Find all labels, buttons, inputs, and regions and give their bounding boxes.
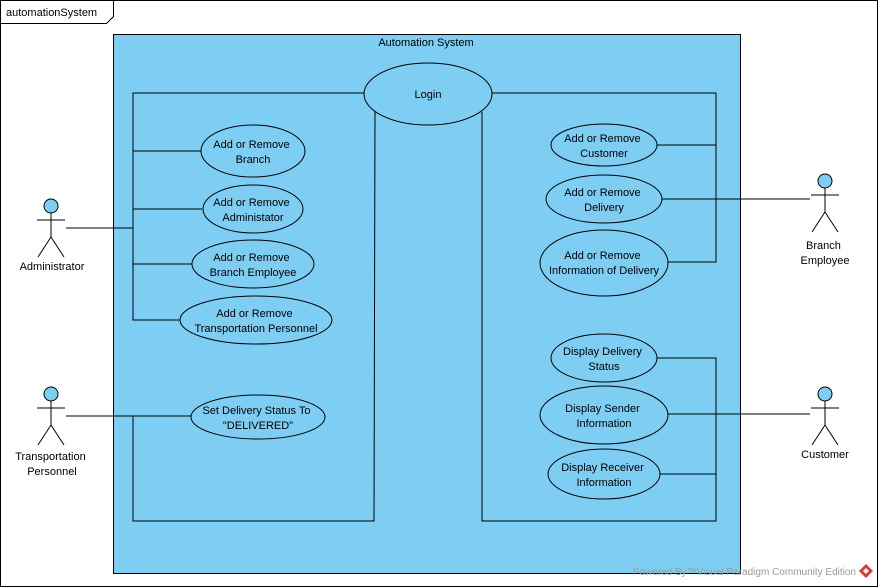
use-case-label: Add or Remove [216, 308, 292, 320]
use-case-login[interactable]: Login [363, 62, 493, 126]
use-case-set-delivery-status[interactable]: Set Delivery Status To "DELIVERED" [190, 394, 326, 440]
use-case-add-remove-customer[interactable]: Add or Remove Customer [550, 123, 658, 167]
use-case-display-receiver-information[interactable]: Display Receiver Information [547, 448, 661, 500]
use-case-label: Add or Remove [213, 139, 289, 151]
use-case-label: Delivery [584, 202, 624, 214]
actor-label: Personnel [27, 466, 77, 478]
actor-label: Branch [806, 240, 841, 252]
use-case-label: Add or Remove [564, 133, 640, 145]
use-case-label: Add or Remove [213, 197, 289, 209]
svg-text:Administrator: Administrator [20, 261, 85, 273]
svg-text:Login: Login [415, 89, 442, 101]
use-case-label: Information of Delivery [549, 265, 660, 277]
use-case-label: Customer [580, 148, 628, 160]
use-case-label: Add or Remove [213, 252, 289, 264]
use-case-add-remove-branch-employee[interactable]: Add or Remove Branch Employee [191, 239, 315, 289]
actor-label: Transportation [15, 451, 86, 463]
use-case-label: Add or Remove [564, 250, 640, 262]
use-case-label: Branch Employee [210, 267, 297, 279]
use-case-label: "DELIVERED" [223, 420, 293, 432]
use-case-add-remove-transportation-personnel[interactable]: Add or Remove Transportation Personnel [179, 295, 333, 345]
use-case-display-sender-information[interactable]: Display Sender Information [539, 385, 669, 445]
use-case-label: Display Receiver [561, 462, 644, 474]
watermark-text: Powered By™Visual Paradigm Community Edi… [633, 567, 856, 578]
frame-title: automationSystem [6, 7, 97, 19]
use-case-label: Information [576, 477, 631, 489]
use-case-display-delivery-status[interactable]: Display Delivery Status [550, 333, 658, 383]
use-case-label: Add or Remove [564, 187, 640, 199]
use-case-label: Display Delivery [563, 346, 642, 358]
actor-label: Administrator [20, 261, 85, 273]
use-case-label: Display Sender [565, 403, 640, 415]
use-case-label: Transportation Personnel [194, 323, 317, 335]
actor-label: Customer [801, 449, 849, 461]
use-case-label: Information [576, 418, 631, 430]
svg-text:Customer: Customer [801, 449, 849, 461]
use-case-add-remove-information-of-delivery[interactable]: Add or Remove Information of Delivery [539, 229, 669, 297]
actor-label: Employee [801, 255, 850, 267]
use-case-label: Administator [222, 212, 283, 224]
use-case-label: Status [588, 361, 620, 373]
use-case-label: Branch [236, 154, 271, 166]
use-case-add-remove-administator[interactable]: Add or Remove Administator [202, 184, 304, 234]
use-case-add-remove-delivery[interactable]: Add or Remove Delivery [545, 174, 663, 224]
use-case-add-remove-branch[interactable]: Add or Remove Branch [200, 124, 306, 178]
use-case-label: Login [415, 89, 442, 101]
use-case-label: Set Delivery Status To [202, 405, 310, 417]
system-title: Automation System [378, 37, 473, 49]
